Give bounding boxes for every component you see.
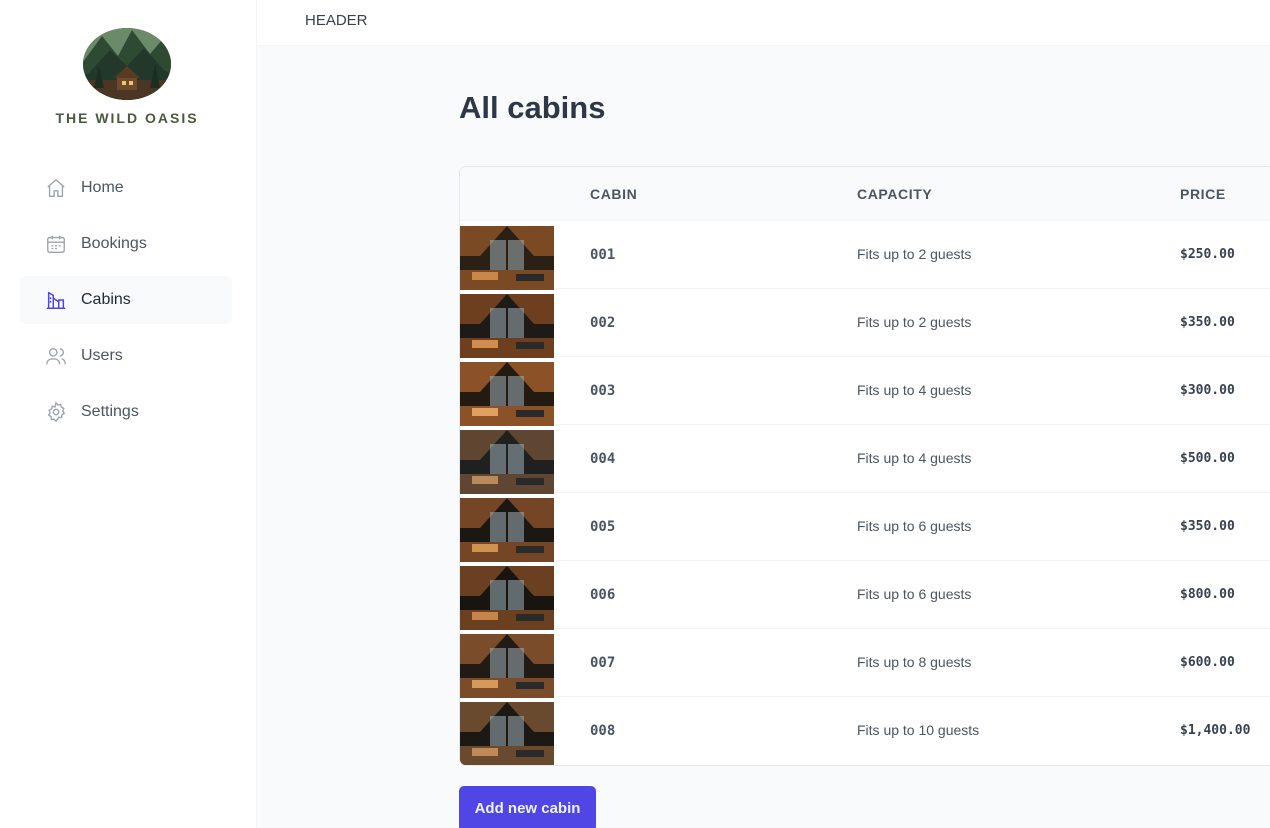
column-header-price: PRICE <box>1180 186 1226 202</box>
cabin-thumbnail <box>460 430 554 494</box>
calendar-icon <box>45 233 67 255</box>
sidebar-item-label: Settings <box>81 403 139 420</box>
sidebar-item-users[interactable]: Users <box>20 332 232 380</box>
sidebar-item-label: Users <box>81 347 123 364</box>
cabin-capacity: Fits up to 8 guests <box>857 654 972 670</box>
cabin-thumbnail <box>460 498 554 562</box>
table-row[interactable]: 002 Fits up to 2 guests $350.00 <box>460 289 1270 358</box>
sidebar-item-home[interactable]: Home <box>20 164 232 212</box>
column-header-cabin: CABIN <box>590 186 638 202</box>
cabin-name: 008 <box>590 723 616 739</box>
cabin-name: 005 <box>590 519 616 535</box>
table-row[interactable]: 001 Fits up to 2 guests $250.00 <box>460 221 1270 290</box>
cabin-thumbnail <box>460 634 554 698</box>
table-row[interactable]: 003 Fits up to 4 guests $300.00 <box>460 357 1270 426</box>
sidebar: THE WILD OASIS Home Bookings Cabins User… <box>0 0 257 828</box>
top-header: HEADER <box>257 0 1270 46</box>
column-header-capacity: CAPACITY <box>857 186 933 202</box>
cabin-price: $600.00 <box>1180 655 1235 670</box>
cabin-name: 001 <box>590 247 616 263</box>
cabin-thumbnail <box>460 226 554 290</box>
table-row[interactable]: 006 Fits up to 6 guests $800.00 <box>460 561 1270 630</box>
table-row[interactable]: 005 Fits up to 6 guests $350.00 <box>460 493 1270 562</box>
cabin-name: 007 <box>590 655 616 671</box>
cabin-capacity: Fits up to 4 guests <box>857 450 972 466</box>
table-row[interactable]: 007 Fits up to 8 guests $600.00 <box>460 629 1270 698</box>
sidebar-item-label: Home <box>81 179 124 196</box>
cabin-price: $500.00 <box>1180 451 1235 466</box>
cabin-name: 003 <box>590 383 616 399</box>
table-row[interactable]: 008 Fits up to 10 guests $1,400.00 <box>460 697 1270 765</box>
main-nav: Home Bookings Cabins Users Settings <box>20 164 232 444</box>
cabin-thumbnail <box>460 294 554 358</box>
cabin-price: $300.00 <box>1180 383 1235 398</box>
cabin-capacity: Fits up to 6 guests <box>857 518 972 534</box>
cabin-name: 004 <box>590 451 616 467</box>
sidebar-item-label: Cabins <box>81 291 131 308</box>
cabin-capacity: Fits up to 4 guests <box>857 382 972 398</box>
home-icon <box>45 177 67 199</box>
cabin-capacity: Fits up to 2 guests <box>857 246 972 262</box>
cabins-icon <box>45 289 67 311</box>
cabin-price: $250.00 <box>1180 247 1235 262</box>
header-label: HEADER <box>305 12 368 29</box>
cabin-thumbnail <box>460 702 554 765</box>
table-row[interactable]: 004 Fits up to 4 guests $500.00 <box>460 425 1270 494</box>
sidebar-item-settings[interactable]: Settings <box>20 388 232 436</box>
cabin-price: $350.00 <box>1180 519 1235 534</box>
sidebar-item-bookings[interactable]: Bookings <box>20 220 232 268</box>
brand-name: THE WILD OASIS <box>55 110 199 126</box>
cabin-capacity: Fits up to 6 guests <box>857 586 972 602</box>
logo <box>80 26 174 100</box>
cabin-capacity: Fits up to 10 guests <box>857 722 980 738</box>
users-icon <box>45 345 67 367</box>
cabin-name: 006 <box>590 587 616 603</box>
table-header: CABIN CAPACITY PRICE <box>460 167 1270 221</box>
add-new-cabin-button[interactable]: Add new cabin <box>459 786 596 828</box>
cabin-name: 002 <box>590 315 616 331</box>
page-title: All cabins <box>459 90 606 125</box>
sidebar-item-cabins[interactable]: Cabins <box>20 276 232 324</box>
cabin-price: $800.00 <box>1180 587 1235 602</box>
cabin-price: $1,400.00 <box>1180 723 1251 738</box>
sidebar-item-label: Bookings <box>81 235 147 252</box>
cabin-thumbnail <box>460 566 554 630</box>
cabin-capacity: Fits up to 2 guests <box>857 314 972 330</box>
cabin-price: $350.00 <box>1180 315 1235 330</box>
table-body: 001 Fits up to 2 guests $250.00 002 Fits up … <box>460 221 1270 765</box>
mountain-cabin-logo-icon <box>83 28 171 100</box>
gear-icon <box>45 401 67 423</box>
cabins-table: CABIN CAPACITY PRICE 001 Fits up to 2 gue… <box>459 166 1270 766</box>
cabin-thumbnail <box>460 362 554 426</box>
